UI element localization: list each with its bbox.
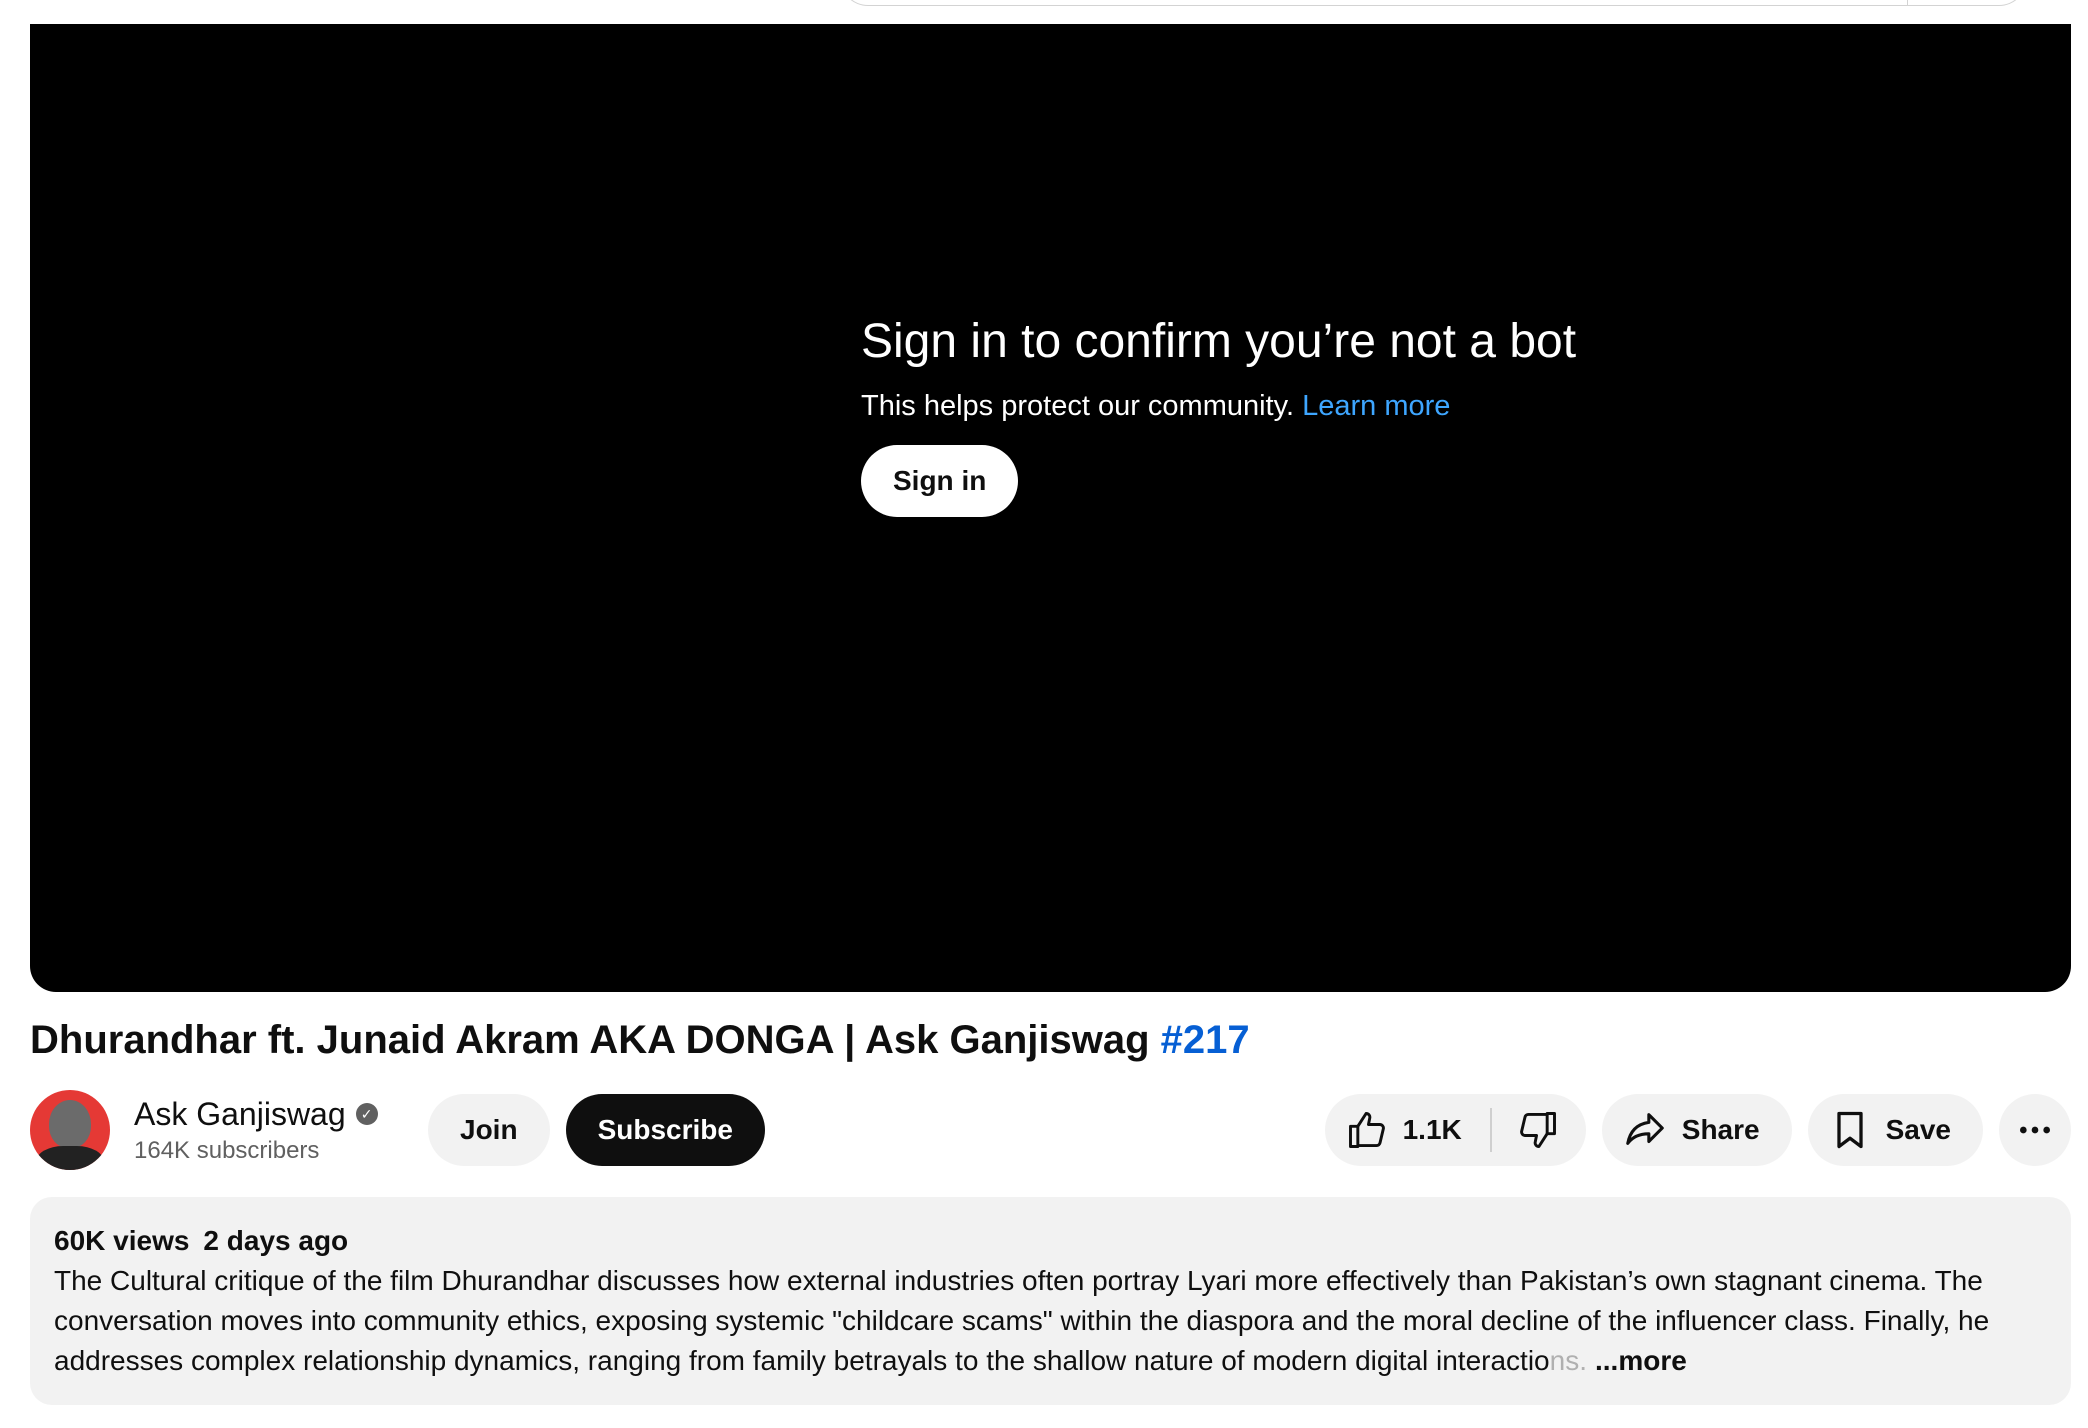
share-button[interactable]: Share: [1601, 1094, 1792, 1166]
like-dislike-group: 1.1K: [1324, 1094, 1586, 1166]
like-count: 1.1K: [1402, 1114, 1462, 1145]
more-horizontal-icon: [2015, 1110, 2055, 1150]
bookmark-icon: [1828, 1108, 1872, 1152]
share-arrow-icon: [1622, 1107, 1668, 1153]
hashtag-link[interactable]: #217: [1161, 1018, 1250, 1062]
bot-check-subtitle: This helps protect our community. Learn …: [861, 390, 1576, 423]
save-button[interactable]: Save: [1807, 1094, 1983, 1166]
thumbs-down-icon: [1516, 1108, 1560, 1152]
description-box[interactable]: 60K views 2 days ago The Cultural critiqu…: [30, 1197, 2071, 1405]
channel-info: Ask Ganjiswag ✓ 164K subscribers: [134, 1096, 394, 1165]
bot-check-title: Sign in to confirm you’re not a bot: [861, 315, 1577, 368]
video-title: Dhurandhar ft. Junaid Akram AKA DONGA | …: [30, 1018, 1250, 1063]
owner-row: Ask Ganjiswag ✓ 164K subscribers Join Su…: [30, 1090, 765, 1170]
video-player[interactable]: Sign in to confirm you’re not a bot This…: [30, 24, 2071, 992]
avatar-face: [49, 1100, 91, 1148]
verified-check-icon: ✓: [355, 1103, 378, 1125]
bot-check-subtitle-text: This helps protect our community.: [861, 390, 1295, 422]
learn-more-link[interactable]: Learn more: [1302, 390, 1450, 422]
more-link[interactable]: ...more: [1595, 1345, 1687, 1376]
share-label: Share: [1681, 1114, 1760, 1145]
upload-date: 2 days ago: [203, 1225, 349, 1256]
avatar-body: [36, 1146, 104, 1170]
subscribe-button[interactable]: Subscribe: [565, 1094, 765, 1166]
save-label: Save: [1885, 1114, 1951, 1145]
avatar[interactable]: [30, 1090, 110, 1170]
action-buttons: 1.1K Share Save: [1324, 1094, 2071, 1166]
channel-name-text[interactable]: Ask Ganjiswag: [134, 1096, 346, 1133]
more-actions-button[interactable]: [1999, 1094, 2071, 1166]
description-fade: ns.: [1549, 1345, 1587, 1376]
search-button-divider: [1907, 0, 1908, 5]
description-body: The Cultural critique of the film Dhuran…: [54, 1265, 1990, 1376]
like-button[interactable]: 1.1K: [1325, 1094, 1490, 1166]
channel-name[interactable]: Ask Ganjiswag ✓: [134, 1096, 394, 1133]
dislike-button[interactable]: [1492, 1094, 1586, 1166]
subscriber-count: 164K subscribers: [134, 1136, 320, 1164]
video-title-text: Dhurandhar ft. Junaid Akram AKA DONGA | …: [30, 1018, 1150, 1062]
view-count: 60K views: [54, 1225, 190, 1256]
description-meta: 60K views 2 days ago: [54, 1221, 2047, 1261]
sign-in-button[interactable]: Sign in: [861, 445, 1019, 517]
join-button[interactable]: Join: [428, 1094, 550, 1166]
bot-check-message: Sign in to confirm you’re not a bot This…: [861, 314, 1576, 517]
description-text: The Cultural critique of the film Dhuran…: [54, 1261, 2044, 1381]
search-bar-edge[interactable]: [840, 0, 2027, 6]
thumbs-up-icon: [1345, 1108, 1389, 1152]
